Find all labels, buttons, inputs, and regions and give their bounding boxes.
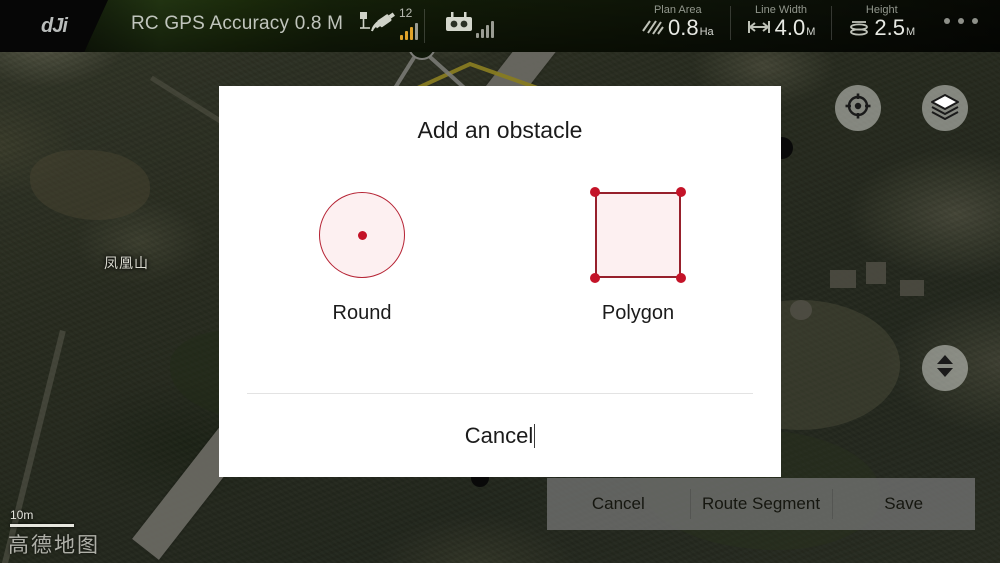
more-options-icon[interactable] — [944, 18, 978, 24]
polygon-vertex — [590, 187, 600, 197]
stat-line-width: Line Width 4.0 M — [733, 4, 830, 42]
map-place-label: 凤凰山 — [104, 255, 149, 271]
dialog-cancel-label: Cancel — [464, 422, 534, 448]
gps-accuracy-text: RC GPS Accuracy 0.8 M — [131, 13, 344, 34]
rc-indicator-group[interactable] — [444, 11, 494, 38]
altitude-layers-icon — [848, 17, 870, 42]
rc-signal-bars-icon — [476, 20, 494, 38]
add-obstacle-dialog: Add an obstacle Round Polygon Cancel — [219, 86, 781, 477]
stat-unit: Ha — [699, 26, 714, 38]
toolbar-route-segment-button[interactable]: Route Segment — [690, 494, 833, 514]
stat-label: Height — [865, 4, 898, 16]
flight-stats-group: Plan Area 0.8 Ha Line Width 4.0 M Height… — [628, 4, 929, 42]
stat-value: 4.0 — [774, 15, 806, 40]
polygon-vertex — [676, 187, 686, 197]
topbar-divider — [729, 6, 731, 40]
polygon-body — [595, 192, 681, 278]
stat-unit: M — [806, 26, 816, 38]
satellite-icon — [358, 9, 398, 40]
recenter-button[interactable] — [835, 85, 881, 131]
option-polygon[interactable]: Polygon — [563, 182, 713, 325]
circle-center-dot — [357, 230, 367, 240]
option-round[interactable]: Round — [287, 182, 437, 325]
topbar-divider — [424, 9, 425, 43]
polygon-vertex — [676, 273, 686, 283]
map-attribution: 高德地图 — [8, 533, 100, 557]
more-dot — [958, 18, 964, 24]
stat-unit: M — [906, 26, 916, 38]
toolbar-save-button[interactable]: Save — [832, 494, 975, 514]
remote-controller-icon — [444, 11, 474, 38]
map-scale-label: 10m — [10, 508, 34, 522]
dji-logo: dJi — [41, 14, 68, 37]
satellite-count: 12 — [399, 6, 413, 20]
toolbar-cancel-button[interactable]: Cancel — [547, 494, 690, 514]
width-measure-icon — [747, 17, 771, 42]
text-caret — [534, 423, 536, 448]
stat-value: 2.5 — [874, 15, 906, 40]
map-scale-bar: 10m — [10, 508, 74, 527]
stat-label: Plan Area — [653, 4, 702, 16]
hatched-area-icon — [642, 17, 664, 42]
polygon-obstacle-icon — [590, 187, 686, 283]
up-down-arrows-icon — [934, 353, 956, 384]
polygon-vertex — [590, 273, 600, 283]
bottom-toolbar: Cancel Route Segment Save — [547, 478, 975, 530]
altitude-adjust-button[interactable] — [922, 345, 968, 391]
dialog-title: Add an obstacle — [417, 117, 583, 143]
map-layers-button[interactable] — [922, 85, 968, 131]
map-scale-line — [10, 524, 74, 527]
option-polygon-label: Polygon — [601, 302, 675, 324]
obstacle-options: Round Polygon — [219, 182, 781, 325]
more-dot — [944, 18, 950, 24]
stat-plan-area: Plan Area 0.8 Ha — [628, 4, 728, 42]
app-root: 凤凰山 10m 高德地图 dJi RC GPS Accuracy 0.8 M 1… — [0, 0, 1000, 563]
stat-height: Height 2.5 M — [834, 4, 929, 42]
stat-value: 0.8 — [668, 15, 699, 40]
crosshair-icon — [844, 92, 872, 125]
layers-icon — [930, 92, 960, 125]
stat-label: Line Width — [755, 4, 808, 16]
top-status-bar: dJi RC GPS Accuracy 0.8 M 12 Plan Area 0… — [0, 0, 1000, 52]
dialog-cancel-button[interactable]: Cancel — [219, 394, 781, 477]
option-round-label: Round — [332, 302, 392, 324]
topbar-divider — [831, 6, 833, 40]
signal-bars-icon — [400, 22, 418, 40]
circle-obstacle-icon — [319, 192, 405, 278]
more-dot — [972, 18, 978, 24]
